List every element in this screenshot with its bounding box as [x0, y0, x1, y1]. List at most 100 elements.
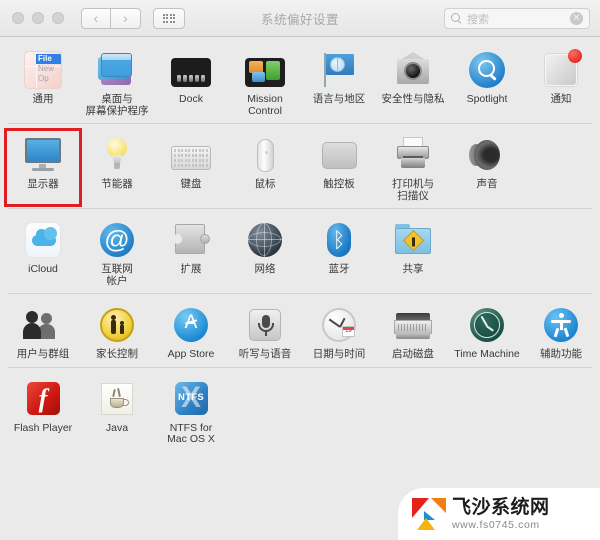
pref-icloud[interactable]: iCloud	[6, 215, 80, 290]
pref-label: 听写与语音	[238, 348, 292, 360]
pref-label: 互联网 帐户	[101, 263, 133, 287]
users-groups-icon	[22, 304, 64, 346]
pref-time-machine[interactable]: Time Machine	[450, 300, 524, 364]
bluetooth-icon: ᛒ	[318, 219, 360, 261]
pref-label: 显示器	[27, 178, 59, 190]
printers-scanners-icon	[392, 134, 434, 176]
pref-label: 共享	[402, 263, 424, 275]
search-icon	[451, 13, 462, 24]
pref-label: 网络	[254, 263, 276, 275]
pref-label: 启动磁盘	[392, 348, 434, 360]
displays-icon	[22, 134, 64, 176]
pref-network[interactable]: 网络	[228, 215, 302, 290]
zoom-button[interactable]	[52, 12, 64, 24]
show-all-button[interactable]	[153, 7, 185, 29]
pref-label: 打印机与 扫描仪	[392, 178, 434, 202]
pref-keyboard[interactable]: 键盘	[154, 130, 228, 205]
pref-app-store[interactable]: A App Store	[154, 300, 228, 364]
pref-language-region[interactable]: 语言与地区	[302, 45, 376, 120]
pref-label: Mission Control	[247, 93, 283, 117]
pref-users-groups[interactable]: 用户与群组	[6, 300, 80, 364]
time-machine-icon	[466, 304, 508, 346]
internet-accounts-icon: @	[96, 219, 138, 261]
pref-desktop-screensaver[interactable]: 桌面与 屏幕保护程序	[80, 45, 154, 120]
pref-general[interactable]: File New Op 通用	[6, 45, 80, 120]
pref-dictation-speech[interactable]: 听写与语音	[228, 300, 302, 364]
pref-mouse[interactable]: 鼠标	[228, 130, 302, 205]
pref-displays[interactable]: 显示器	[4, 128, 82, 207]
pref-label: 日期与时间	[312, 348, 366, 360]
pref-printers-scanners[interactable]: 打印机与 扫描仪	[376, 130, 450, 205]
pref-mission-control[interactable]: Mission Control	[228, 45, 302, 120]
general-menu-file: File	[36, 54, 61, 64]
bluetooth-glyph: ᛒ	[332, 228, 346, 252]
pref-label: 鼠标	[254, 178, 276, 190]
ntfs-icon: X NTFS	[170, 378, 212, 420]
pref-trackpad[interactable]: 触控板	[302, 130, 376, 205]
pref-parental-controls[interactable]: 家长控制	[80, 300, 154, 364]
pref-label: 扩展	[180, 263, 202, 275]
pref-label: 通用	[32, 93, 54, 105]
pref-accessibility[interactable]: 辅助功能	[524, 300, 598, 364]
dock-icon	[170, 49, 212, 91]
language-region-icon	[318, 49, 360, 91]
minimize-button[interactable]	[32, 12, 44, 24]
pref-flash-player[interactable]: f Flash Player	[6, 374, 80, 449]
navigation-buttons: ‹ ›	[81, 7, 141, 29]
general-menu-open: Op	[38, 74, 49, 83]
pref-security-privacy[interactable]: 安全性与隐私	[376, 45, 450, 120]
title-bar: ‹ › 系统偏好设置 搜索 ✕	[0, 0, 600, 37]
pref-internet-accounts[interactable]: @ 互联网 帐户	[80, 215, 154, 290]
pref-label: Java	[105, 421, 129, 434]
startup-disk-icon	[392, 304, 434, 346]
parental-controls-icon	[96, 304, 138, 346]
prefs-row-system: 用户与群组 家长控制 A App Store	[0, 294, 600, 368]
pref-sound[interactable]: 声音	[450, 130, 524, 205]
pref-label: 辅助功能	[540, 348, 582, 360]
grid-icon	[162, 13, 176, 23]
back-button[interactable]: ‹	[81, 7, 111, 29]
pref-label: 桌面与 屏幕保护程序	[85, 93, 149, 117]
pref-energy-saver[interactable]: 节能器	[80, 130, 154, 205]
mouse-icon	[244, 134, 286, 176]
spotlight-icon	[466, 49, 508, 91]
sound-icon	[466, 134, 508, 176]
pref-label: NTFS for Mac OS X	[167, 421, 215, 445]
pref-label: 节能器	[101, 178, 133, 190]
search-field[interactable]: 搜索 ✕	[444, 8, 590, 29]
security-privacy-icon	[392, 49, 434, 91]
close-button[interactable]	[12, 12, 24, 24]
watermark-url: www.fs0745.com	[452, 518, 540, 531]
forward-button[interactable]: ›	[111, 7, 141, 29]
pref-bluetooth[interactable]: ᛒ 蓝牙	[302, 215, 376, 290]
pref-date-time[interactable]: 19 日期与时间	[302, 300, 376, 364]
ntfs-label-glyph: NTFS	[177, 392, 204, 403]
pref-label: 蓝牙	[328, 263, 350, 275]
general-menu-new: New	[38, 64, 55, 73]
prefs-row-personal: File New Op 通用 桌面与 屏幕保护程序 Dock Mission C…	[0, 39, 600, 124]
app-store-icon: A	[170, 304, 212, 346]
pref-label: iCloud	[28, 263, 58, 275]
general-icon: File New Op	[22, 49, 64, 91]
pref-label: Spotlight	[466, 93, 508, 105]
prefs-row-hardware: 显示器 节能器 键盘 鼠标 触控板 打印机与 扫描仪 声音	[0, 124, 600, 209]
pref-dock[interactable]: Dock	[154, 45, 228, 120]
preferences-grid: File New Op 通用 桌面与 屏幕保护程序 Dock Mission C…	[0, 37, 600, 540]
pref-extensions[interactable]: 扩展	[154, 215, 228, 290]
pref-ntfs[interactable]: X NTFS NTFS for Mac OS X	[154, 374, 228, 449]
java-icon	[96, 378, 138, 420]
clear-search-icon[interactable]: ✕	[570, 12, 583, 25]
flash-player-icon: f	[22, 378, 64, 420]
pref-sharing[interactable]: 共享	[376, 215, 450, 290]
pref-notifications[interactable]: 通知	[524, 45, 598, 120]
sharing-icon	[392, 219, 434, 261]
at-sign-glyph: @	[100, 223, 134, 257]
pref-spotlight[interactable]: Spotlight	[450, 45, 524, 120]
trackpad-icon	[318, 134, 360, 176]
pref-java[interactable]: Java	[80, 374, 154, 449]
pref-label: Flash Player	[13, 421, 73, 434]
pref-startup-disk[interactable]: 启动磁盘	[376, 300, 450, 364]
pref-label: 声音	[476, 178, 498, 190]
traffic-lights	[12, 12, 64, 24]
watermark-logo-icon	[412, 498, 446, 530]
